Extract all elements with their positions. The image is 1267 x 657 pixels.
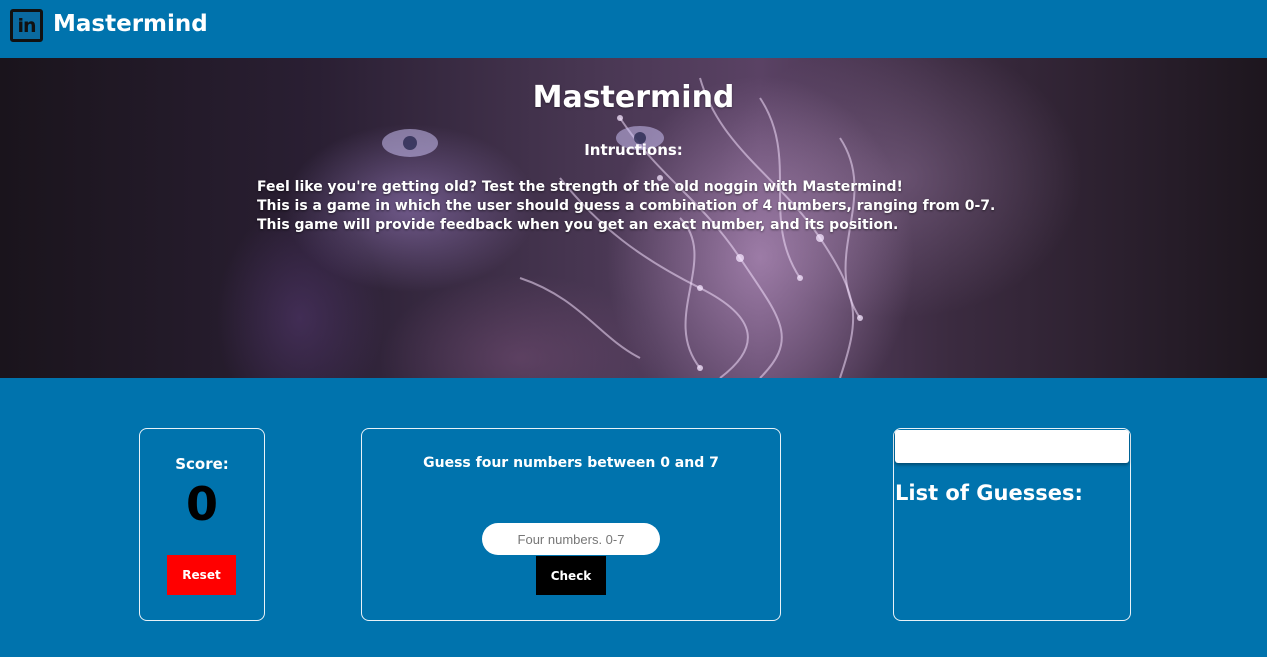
- guess-panel: Guess four numbers between 0 and 7 Check: [361, 428, 781, 621]
- guess-instructions: Guess four numbers between 0 and 7: [423, 455, 719, 471]
- reset-button[interactable]: Reset: [167, 555, 236, 595]
- guess-input[interactable]: [482, 523, 660, 555]
- hero-title: Mastermind: [532, 80, 735, 115]
- guesses-header-box: [895, 430, 1129, 463]
- logo-text: in: [17, 14, 36, 37]
- score-panel: Score: 0 Reset: [139, 428, 265, 621]
- guesses-title: List of Guesses:: [895, 481, 1083, 505]
- instructions-line: This is a game in which the user should …: [257, 198, 996, 214]
- linkedin-icon[interactable]: in: [10, 9, 43, 42]
- instructions-text: Feel like you're getting old? Test the s…: [257, 178, 1057, 235]
- score-value: 0: [185, 477, 218, 531]
- instructions-heading: Intructions:: [584, 141, 683, 159]
- brand-title[interactable]: Mastermind: [53, 9, 208, 39]
- guesses-panel: List of Guesses:: [893, 428, 1131, 621]
- instructions-line: This game will provide feedback when you…: [257, 217, 899, 233]
- check-button[interactable]: Check: [536, 556, 606, 595]
- top-nav: in Mastermind: [0, 0, 1267, 58]
- hero-banner: Mastermind Intructions: Feel like you're…: [0, 58, 1267, 378]
- score-label: Score:: [175, 455, 229, 473]
- instructions-line: Feel like you're getting old? Test the s…: [257, 179, 903, 195]
